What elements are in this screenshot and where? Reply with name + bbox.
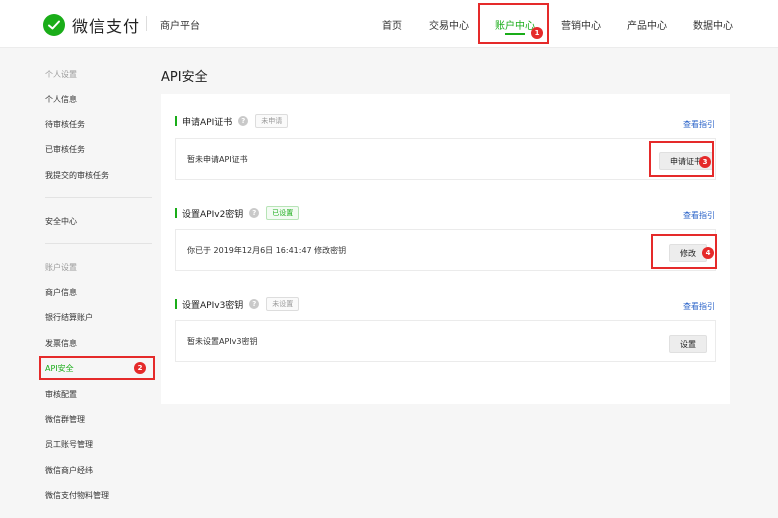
sidebar-item-invoice-info[interactable]: 发票信息	[45, 338, 77, 349]
section-apiv2-box: 你已于 2019年12月6日 16:41:47 修改密钥	[175, 229, 716, 271]
sidebar-item-materials[interactable]: 微信支付物料管理	[45, 490, 109, 501]
sidebar-divider	[45, 197, 152, 198]
sidebar-item-merchant-jingwei[interactable]: 微信商户经纬	[45, 465, 93, 476]
wechat-pay-logo[interactable]: 微信支付	[43, 13, 140, 37]
sidebar-item-wechat-group[interactable]: 微信群管理	[45, 414, 85, 425]
section-marker	[175, 116, 177, 126]
nav-trade-center[interactable]: 交易中心	[429, 17, 469, 32]
section-marker	[175, 299, 177, 309]
section-title-text: 设置APIv2密钥	[182, 209, 244, 220]
sidebar-group-personal: 个人设置	[45, 70, 77, 79]
status-badge: 已设置	[266, 206, 300, 220]
guide-link[interactable]: 查看指引	[683, 301, 715, 312]
section-api-cert-box: 暂未申请API证书	[175, 138, 716, 180]
sidebar-item-submitted-tasks[interactable]: 我提交的审核任务	[45, 170, 109, 181]
section-marker	[175, 208, 177, 218]
set-key-button[interactable]: 设置	[669, 335, 707, 353]
section-api-cert-title: 申请API证书 ? 未申请	[175, 114, 289, 128]
platform-name: 商户平台	[160, 21, 200, 32]
logo-text: 微信支付	[72, 17, 141, 36]
nav-marketing-center[interactable]: 营销中心	[561, 17, 601, 32]
sidebar-divider	[45, 243, 152, 244]
status-badge: 未申请	[255, 114, 289, 128]
help-icon[interactable]: ?	[249, 208, 260, 218]
step-badge-1: 1	[531, 27, 543, 39]
sidebar-item-merchant-info[interactable]: 商户信息	[45, 287, 77, 298]
sidebar: 个人设置 个人信息 待审核任务 已审核任务 我提交的审核任务 安全中心 账户设置…	[0, 49, 160, 518]
status-badge: 未设置	[266, 297, 300, 311]
section-apiv3-box: 暂未设置APIv3密钥	[175, 320, 716, 362]
step-badge-4: 4	[702, 247, 714, 259]
step-badge-3: 3	[699, 156, 711, 168]
guide-link[interactable]: 查看指引	[683, 119, 715, 130]
guide-link[interactable]: 查看指引	[683, 210, 715, 221]
section-title-text: 申请API证书	[182, 117, 233, 128]
help-icon[interactable]: ?	[249, 299, 260, 309]
sidebar-item-reviewed-tasks[interactable]: 已审核任务	[45, 144, 85, 155]
page-title: API安全	[161, 70, 208, 85]
section-status-text: 你已于 2019年12月6日 16:41:47 修改密钥	[187, 246, 347, 255]
header-divider	[146, 16, 147, 31]
section-title-text: 设置APIv3密钥	[182, 300, 244, 311]
section-apiv2-title: 设置APIv2密钥 ? 已设置	[175, 206, 300, 220]
sidebar-group-account: 账户设置	[45, 263, 77, 272]
sidebar-item-pending-tasks[interactable]: 待审核任务	[45, 119, 85, 130]
section-status-text: 暂未设置APIv3密钥	[187, 337, 258, 346]
sidebar-item-personal-info[interactable]: 个人信息	[45, 94, 77, 105]
section-status-text: 暂未申请API证书	[187, 155, 248, 164]
nav-product-center[interactable]: 产品中心	[627, 17, 667, 32]
step-badge-2: 2	[134, 362, 146, 374]
sidebar-item-bank-account[interactable]: 银行结算账户	[45, 312, 93, 323]
top-header: 微信支付 商户平台 首页 交易中心 账户中心 营销中心 产品中心 数据中心	[0, 0, 778, 48]
sidebar-item-review-config[interactable]: 审核配置	[45, 389, 77, 400]
help-icon[interactable]: ?	[238, 116, 249, 126]
wechat-pay-logo-icon	[43, 14, 65, 36]
section-apiv3-title: 设置APIv3密钥 ? 未设置	[175, 297, 300, 311]
nav-home[interactable]: 首页	[382, 17, 402, 32]
sidebar-item-staff-accounts[interactable]: 员工账号管理	[45, 439, 93, 450]
nav-data-center[interactable]: 数据中心	[693, 17, 733, 32]
sidebar-item-security-center[interactable]: 安全中心	[45, 216, 77, 227]
